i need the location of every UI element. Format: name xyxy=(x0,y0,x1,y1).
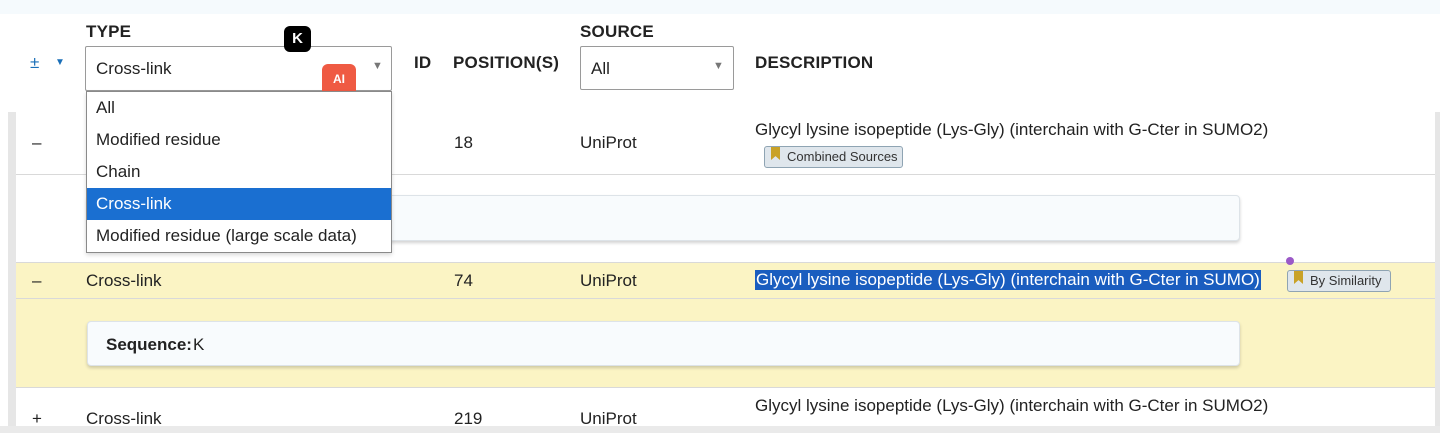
sequence-detail-box: Sequence: K xyxy=(87,321,1240,366)
evidence-label: Combined Sources xyxy=(787,149,898,164)
type-column-label: TYPE xyxy=(86,22,132,41)
position-column-label: POSITION(S) xyxy=(453,53,560,72)
sequence-label: Sequence: xyxy=(106,335,192,354)
row-description: Glycyl lysine isopeptide (Lys-Gly) (inte… xyxy=(755,120,1269,139)
row-source: UniProt xyxy=(580,271,637,290)
expand-all-toggle[interactable]: ± xyxy=(30,53,39,73)
dropdown-option-chain[interactable]: Chain xyxy=(87,156,391,188)
row-description: Glycyl lysine isopeptide (Lys-Gly) (inte… xyxy=(755,270,1261,290)
type-filter-value: Cross-link xyxy=(96,59,172,78)
sequence-value: K xyxy=(193,335,205,354)
row-type: Cross-link xyxy=(86,271,162,290)
source-filter-select[interactable]: All ▼ xyxy=(580,46,734,90)
evidence-tag[interactable]: Combined Sources xyxy=(764,146,903,168)
annotation-dot xyxy=(1286,257,1294,265)
row-collapse-toggle[interactable]: – xyxy=(32,133,41,153)
extension-k-badge[interactable]: K xyxy=(284,26,311,52)
chevron-down-icon: ▼ xyxy=(713,60,724,72)
bookmark-icon xyxy=(771,147,780,160)
bookmark-icon xyxy=(1294,271,1303,284)
type-dropdown-menu: All Modified residue Chain Cross-link Mo… xyxy=(86,91,392,253)
evidence-label: By Similarity xyxy=(1310,273,1382,288)
source-column-label: SOURCE xyxy=(580,22,654,41)
dropdown-option-all[interactable]: All xyxy=(87,92,391,124)
row-position: 74 xyxy=(454,271,473,290)
dropdown-option-modified-residue[interactable]: Modified residue xyxy=(87,124,391,156)
dropdown-option-modified-residue-large-scale[interactable]: Modified residue (large scale data) xyxy=(87,220,391,252)
chevron-down-icon: ▼ xyxy=(372,60,383,72)
row-collapse-toggle[interactable]: – xyxy=(32,271,41,291)
table-right-rail xyxy=(1435,112,1440,433)
row-source: UniProt xyxy=(580,133,637,152)
table-left-rail xyxy=(8,112,16,433)
horizontal-scrollbar[interactable] xyxy=(0,426,1440,433)
chevron-down-icon[interactable]: ▼ xyxy=(55,57,65,68)
row-position: 18 xyxy=(454,133,473,152)
source-filter-value: All xyxy=(591,59,610,78)
row-description: Glycyl lysine isopeptide (Lys-Gly) (inte… xyxy=(755,396,1269,415)
dropdown-option-cross-link[interactable]: Cross-link xyxy=(87,188,391,220)
id-column-label: ID xyxy=(414,53,432,72)
extension-ai-badge[interactable]: AI xyxy=(322,64,356,94)
evidence-tag[interactable]: By Similarity xyxy=(1287,270,1391,292)
description-column-label: DESCRIPTION xyxy=(755,53,874,72)
header-top-strip xyxy=(0,0,1440,14)
